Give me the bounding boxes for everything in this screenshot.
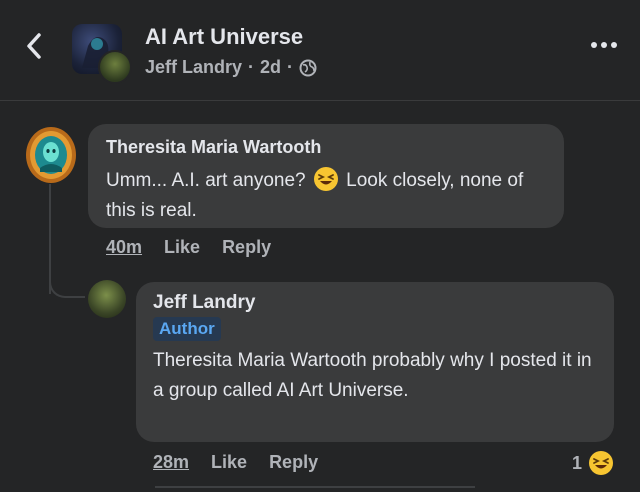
laughing-emoji-icon (313, 167, 338, 191)
group-avatar[interactable] (72, 24, 132, 84)
group-name[interactable]: AI Art Universe (145, 24, 303, 50)
reply-author-name[interactable]: Jeff Landry (153, 292, 255, 314)
meta-separator: · (287, 57, 294, 77)
post-age[interactable]: 2d (260, 57, 281, 78)
like-button[interactable]: Like (164, 237, 200, 258)
comment-time[interactable]: 40m (106, 237, 142, 258)
commenter-name[interactable]: Theresita Maria Wartooth (106, 137, 321, 158)
meta-separator: · (248, 57, 255, 77)
reply-time[interactable]: 28m (153, 452, 189, 473)
laughing-emoji-icon (589, 451, 614, 475)
reply-text: Theresita Maria Wartooth probably why I … (153, 350, 592, 401)
author-badge: Author (153, 317, 221, 341)
commenter-avatar[interactable] (24, 126, 78, 184)
reaction-count: 1 (572, 452, 583, 473)
author-avatar-small (98, 50, 132, 84)
thread-connector (49, 270, 85, 298)
more-options-icon[interactable] (589, 38, 619, 52)
reaction-summary[interactable]: 1 (572, 450, 614, 476)
comment-text: Umm... A.I. art anyone? Look closely, no… (106, 166, 556, 226)
next-comment-edge (155, 486, 475, 492)
reply-author-avatar[interactable] (88, 280, 126, 318)
back-arrow-icon[interactable] (22, 30, 48, 62)
reply-button[interactable]: Reply (269, 452, 318, 473)
comment-text-part1: Umm... A.I. art anyone? (106, 170, 306, 191)
comment-actions: 40m Like Reply (106, 237, 271, 258)
reply-actions: 28m Like Reply (153, 452, 318, 473)
post-author[interactable]: Jeff Landry (145, 57, 242, 78)
reply-button[interactable]: Reply (222, 237, 271, 258)
globe-icon (299, 59, 317, 76)
like-button[interactable]: Like (211, 452, 247, 473)
post-meta: Jeff Landry · 2d · (145, 57, 317, 78)
header-divider (0, 100, 640, 101)
